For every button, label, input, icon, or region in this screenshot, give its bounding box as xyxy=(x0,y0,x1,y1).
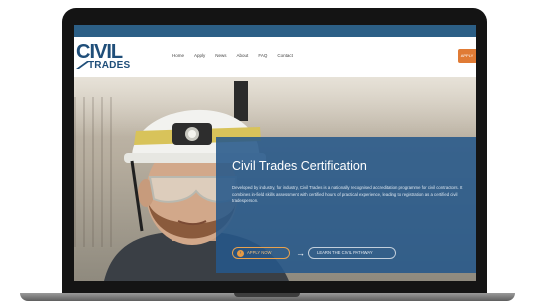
site-header: CIVIL TRADES Home Apply News About FAQ C… xyxy=(74,37,476,77)
header-apply-button[interactable]: APPLY xyxy=(458,49,476,63)
page-stage: CIVIL TRADES Home Apply News About FAQ C… xyxy=(0,0,535,301)
nav-item-home[interactable]: Home xyxy=(172,53,184,58)
laptop-base-notch xyxy=(234,293,300,297)
hero-info-panel: Civil Trades Certification Developed by … xyxy=(216,137,476,273)
hero-section: Civil Trades Certification Developed by … xyxy=(74,77,476,281)
hero-description: Developed by industry, for industry, Civ… xyxy=(232,185,463,204)
top-utility-bar xyxy=(74,25,476,37)
hero-title: Civil Trades Certification xyxy=(232,159,367,173)
nav-item-apply[interactable]: Apply xyxy=(194,53,205,58)
nav-item-about[interactable]: About xyxy=(237,53,249,58)
learn-pathway-button[interactable]: LEARN THE CIVIL PATHWAY xyxy=(308,247,396,259)
apply-now-button[interactable]: › APPLY NOW xyxy=(232,247,290,259)
arrow-right-icon: → xyxy=(296,248,305,258)
apply-now-label: APPLY NOW xyxy=(247,250,272,255)
nav-item-contact[interactable]: Contact xyxy=(277,53,293,58)
arrow-right-circle-icon: › xyxy=(237,249,244,257)
logo-wordmark-trades: TRADES xyxy=(88,60,131,71)
civil-trades-logo[interactable]: CIVIL TRADES xyxy=(76,42,150,72)
logo-wordmark-civil: CIVIL xyxy=(76,41,123,63)
laptop-screen: CIVIL TRADES Home Apply News About FAQ C… xyxy=(74,25,476,281)
nav-item-news[interactable]: News xyxy=(215,53,226,58)
nav-item-faq[interactable]: FAQ xyxy=(258,53,267,58)
main-nav: Home Apply News About FAQ Contact xyxy=(172,53,293,58)
